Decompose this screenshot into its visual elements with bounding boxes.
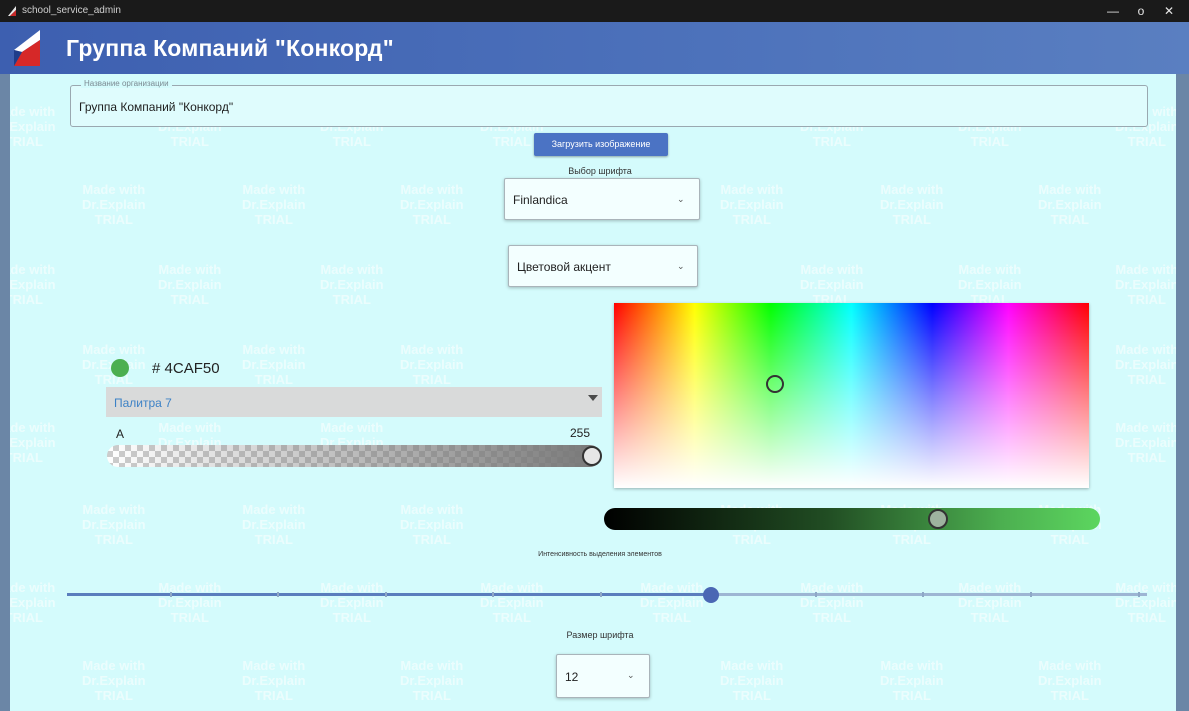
watermark: Made withDr.ExplainTRIAL bbox=[320, 580, 384, 625]
hex-value: 4CAF50 bbox=[164, 360, 220, 377]
slider-tick bbox=[1030, 592, 1032, 597]
slider-tick bbox=[600, 592, 602, 597]
color-swatch bbox=[111, 359, 129, 377]
close-button[interactable]: ✕ bbox=[1156, 2, 1182, 20]
alpha-label: A bbox=[116, 427, 125, 441]
font-choice-label: Выбор шрифта bbox=[568, 166, 632, 176]
watermark: Made withDr.ExplainTRIAL bbox=[1038, 658, 1102, 703]
slider-tick bbox=[385, 592, 387, 597]
watermark: Made withDr.ExplainTRIAL bbox=[82, 182, 146, 227]
org-name-field[interactable]: Название организации Группа Компаний "Ко… bbox=[70, 79, 1148, 127]
dropdown-arrow-icon bbox=[588, 395, 598, 401]
watermark: Made withDr.ExplainTRIAL bbox=[720, 658, 784, 703]
brightness-slider-thumb[interactable] bbox=[928, 509, 948, 529]
watermark: Made withDr.ExplainTRIAL bbox=[800, 262, 864, 307]
watermark: Made withDr.ExplainTRIAL bbox=[10, 420, 56, 465]
slider-tick bbox=[922, 592, 924, 597]
watermark: Made withDr.ExplainTRIAL bbox=[400, 658, 464, 703]
watermark: Made withDr.ExplainTRIAL bbox=[880, 658, 944, 703]
org-name-value[interactable]: Группа Компаний "Конкорд" bbox=[79, 100, 233, 114]
minimize-button[interactable]: — bbox=[1100, 2, 1126, 20]
slider-tick bbox=[277, 592, 279, 597]
watermark: Made withDr.ExplainTRIAL bbox=[242, 342, 306, 387]
alpha-value: 255 bbox=[570, 426, 591, 440]
watermark: Made withDr.ExplainTRIAL bbox=[10, 580, 56, 625]
brightness-slider[interactable] bbox=[604, 508, 1100, 530]
intensity-label: Интенсивность выделения элементов bbox=[538, 551, 662, 558]
watermark: Made withDr.ExplainTRIAL bbox=[1115, 262, 1176, 307]
watermark: Made withDr.ExplainTRIAL bbox=[242, 658, 306, 703]
company-title: Группа Компаний "Конкорд" bbox=[66, 35, 394, 61]
watermark: Made withDr.ExplainTRIAL bbox=[400, 342, 464, 387]
watermark: Made withDr.ExplainTRIAL bbox=[958, 262, 1022, 307]
palette-value: Палитра 7 bbox=[114, 396, 172, 410]
app-header: Группа Компаний "Конкорд" bbox=[0, 22, 1189, 74]
chevron-down-icon: ⌄ bbox=[677, 194, 685, 204]
alpha-slider[interactable] bbox=[107, 445, 601, 467]
watermark: Made withDr.ExplainTRIAL bbox=[400, 182, 464, 227]
settings-panel: Made withDr.ExplainTRIAL Made withDr.Exp… bbox=[10, 74, 1176, 711]
watermark: Made withDr.ExplainTRIAL bbox=[640, 580, 704, 625]
hex-value-field[interactable]: # 4CAF50 bbox=[152, 360, 220, 377]
font-size-label: Размер шрифта bbox=[566, 630, 634, 640]
color-spectrum[interactable] bbox=[614, 303, 1089, 488]
watermark: Made withDr.ExplainTRIAL bbox=[158, 580, 222, 625]
font-select[interactable]: Finlandica ⌄ bbox=[504, 178, 700, 220]
company-logo bbox=[14, 30, 40, 66]
alpha-gradient bbox=[107, 445, 601, 467]
font-select-value: Finlandica bbox=[513, 193, 568, 207]
slider-tick bbox=[815, 592, 817, 597]
watermark: Made withDr.ExplainTRIAL bbox=[800, 580, 864, 625]
intensity-slider-thumb[interactable] bbox=[703, 587, 719, 603]
window-titlebar: school_service_admin — o ✕ bbox=[0, 0, 1189, 22]
watermark: Made withDr.ExplainTRIAL bbox=[400, 502, 464, 547]
watermark: Made withDr.ExplainTRIAL bbox=[242, 182, 306, 227]
color-accent-select[interactable]: Цветовой акцент ⌄ bbox=[508, 245, 698, 287]
watermark: Made withDr.ExplainTRIAL bbox=[320, 262, 384, 307]
watermark: Made withDr.ExplainTRIAL bbox=[720, 182, 784, 227]
org-name-label: Название организации bbox=[81, 79, 172, 88]
watermark: Made withDr.ExplainTRIAL bbox=[880, 182, 944, 227]
watermark: Made withDr.ExplainTRIAL bbox=[1115, 420, 1176, 465]
restore-button[interactable]: o bbox=[1128, 2, 1154, 20]
slider-tick bbox=[492, 592, 494, 597]
watermark: Made withDr.ExplainTRIAL bbox=[82, 658, 146, 703]
hex-prefix: # bbox=[152, 360, 161, 377]
intensity-slider-fill bbox=[67, 593, 711, 596]
chevron-down-icon: ⌄ bbox=[677, 261, 685, 271]
spectrum-selector[interactable] bbox=[766, 375, 784, 393]
slider-tick bbox=[1138, 592, 1140, 597]
palette-select[interactable]: Палитра 7 bbox=[106, 387, 602, 417]
window-title: school_service_admin bbox=[22, 5, 121, 16]
watermark: Made withDr.ExplainTRIAL bbox=[1038, 182, 1102, 227]
watermark: Made withDr.ExplainTRIAL bbox=[158, 262, 222, 307]
chevron-down-icon: ⌄ bbox=[627, 670, 635, 680]
app-icon bbox=[8, 6, 16, 16]
watermark: Made withDr.ExplainTRIAL bbox=[1115, 580, 1176, 625]
alpha-slider-thumb[interactable] bbox=[582, 446, 602, 466]
color-accent-value: Цветовой акцент bbox=[517, 260, 611, 274]
slider-tick bbox=[170, 592, 172, 597]
watermark: Made withDr.ExplainTRIAL bbox=[242, 502, 306, 547]
font-size-select[interactable]: 12 ⌄ bbox=[556, 654, 650, 698]
watermark: Made withDr.ExplainTRIAL bbox=[10, 104, 56, 149]
font-size-value: 12 bbox=[565, 670, 579, 684]
upload-image-button[interactable]: Загрузить изображение bbox=[534, 133, 668, 156]
watermark: Made withDr.ExplainTRIAL bbox=[480, 580, 544, 625]
watermark: Made withDr.ExplainTRIAL bbox=[958, 580, 1022, 625]
watermark: Made withDr.ExplainTRIAL bbox=[10, 262, 56, 307]
watermark: Made withDr.ExplainTRIAL bbox=[1115, 342, 1176, 387]
watermark: Made withDr.ExplainTRIAL bbox=[82, 502, 146, 547]
